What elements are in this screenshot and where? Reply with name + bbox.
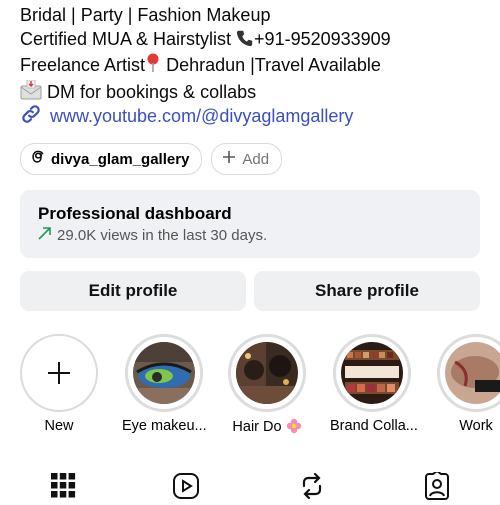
bio-line-4-text: DM for bookings & collabs — [42, 81, 257, 102]
highlight-image — [133, 342, 195, 404]
dashboard-subtitle: 29.0K views in the last 30 days. — [38, 227, 267, 244]
threads-chip[interactable]: divya_glam_gallery — [20, 143, 203, 175]
bio-line-3-text: Freelance Artist — [20, 55, 146, 75]
bio-phone-number[interactable]: +91-9520933909 — [254, 29, 391, 49]
highlight-label-text: Hair Do — [232, 419, 282, 435]
highlight-cover[interactable] — [437, 334, 500, 412]
highlight-hair-do[interactable]: Hair Do — [225, 334, 309, 435]
trend-up-icon — [38, 227, 51, 244]
profile-link[interactable]: www.youtube.com/@divyaglamgallery — [20, 103, 353, 130]
phone-icon — [236, 29, 254, 54]
flower-icon — [286, 418, 302, 435]
highlight-label: Hair Do — [225, 418, 309, 435]
highlight-label: New — [44, 418, 74, 434]
bio-line-3: Freelance Artist Dehradun |Travel Availa… — [20, 53, 490, 80]
threads-handle: divya_glam_gallery — [51, 150, 190, 168]
threads-icon — [31, 150, 45, 168]
highlight-image — [236, 342, 298, 404]
reels-icon[interactable] — [172, 472, 200, 505]
pin-icon — [145, 53, 161, 80]
profile-tabs — [0, 468, 500, 500]
highlight-cover[interactable] — [228, 334, 306, 412]
share-profile-button[interactable]: Share profile — [254, 271, 480, 311]
highlight-image — [445, 342, 500, 404]
dashboard-title: Professional dashboard — [38, 204, 232, 223]
highlight-label: Work — [459, 418, 493, 434]
highlight-work[interactable]: Work — [434, 334, 500, 434]
professional-dashboard[interactable]: Professional dashboard 29.0K views in th… — [20, 190, 480, 258]
profile-bio: Bridal | Party | Fashion Makeup Certifie… — [20, 4, 490, 106]
highlight-eye-makeup[interactable]: Eye makeu... — [122, 334, 207, 434]
bio-line-2: Certified MUA & Hairstylist +91-95209339… — [20, 28, 490, 54]
bio-line-3-rest: Dehradun |Travel Available — [161, 55, 381, 75]
highlight-cover[interactable] — [333, 334, 411, 412]
highlight-label: Eye makeu... — [122, 418, 207, 434]
add-chip[interactable]: Add — [211, 143, 283, 175]
link-icon — [20, 103, 42, 130]
plus-icon — [222, 150, 236, 168]
dashboard-views-text: 29.0K views in the last 30 days. — [57, 227, 268, 244]
plus-icon — [46, 360, 72, 391]
highlight-cover[interactable] — [125, 334, 203, 412]
bio-line-1: Bridal | Party | Fashion Makeup — [20, 5, 271, 25]
highlight-new[interactable]: New — [17, 334, 101, 434]
link-url[interactable]: www.youtube.com/@divyaglamgallery — [50, 106, 353, 127]
grid-icon[interactable] — [50, 472, 76, 505]
tagged-icon[interactable] — [422, 469, 452, 505]
new-highlight-circle[interactable] — [20, 334, 98, 412]
repost-icon[interactable] — [298, 472, 326, 505]
bio-line-2-text: Certified MUA & Hairstylist — [20, 28, 237, 49]
highlight-brand-collab[interactable]: Brand Colla... — [330, 334, 418, 434]
edit-profile-button[interactable]: Edit profile — [20, 271, 246, 311]
highlight-image — [341, 342, 403, 404]
add-label: Add — [242, 150, 270, 168]
profile-chips: divya_glam_gallery Add — [20, 143, 283, 175]
highlight-label: Brand Colla... — [330, 418, 418, 434]
